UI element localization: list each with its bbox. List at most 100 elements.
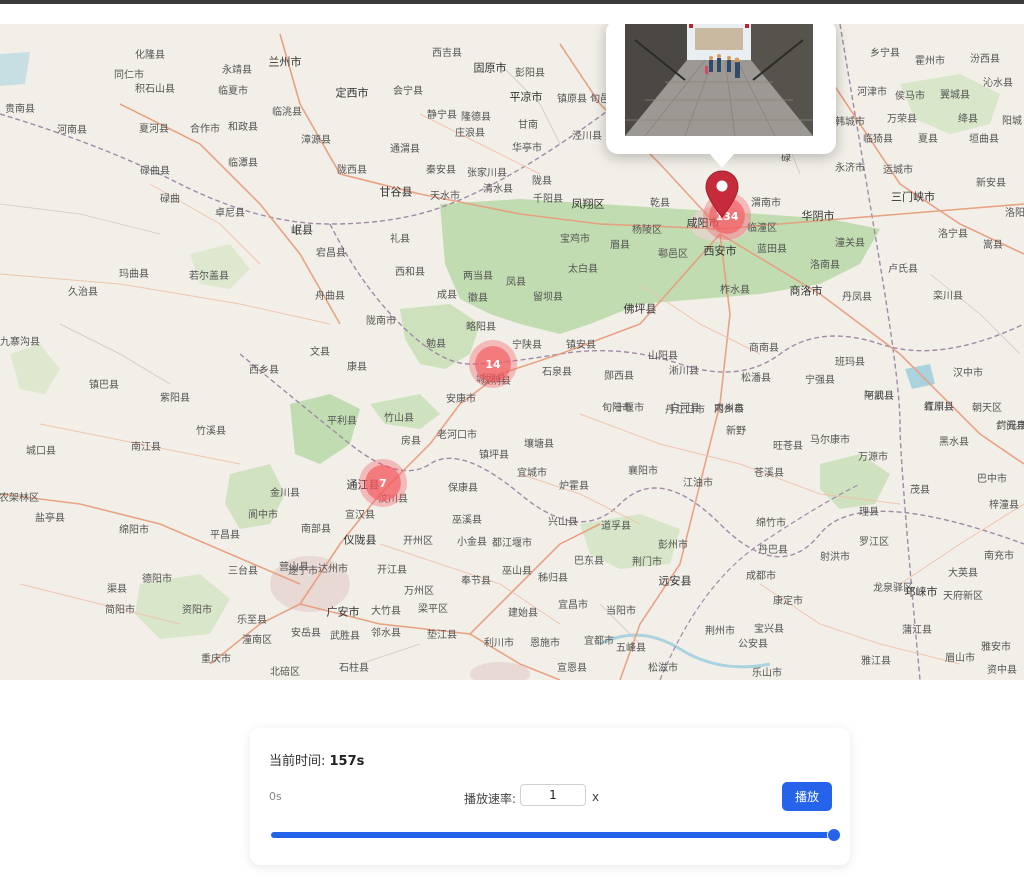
- playback-rate-input[interactable]: [520, 784, 586, 806]
- place-label: 简阳市: [105, 605, 135, 616]
- place-label: 宣恩县: [557, 663, 587, 674]
- place-label: 班玛县: [835, 357, 865, 368]
- place-label: 洛宁县: [938, 229, 968, 240]
- place-label: 安康市: [446, 394, 476, 405]
- current-time-label: 当前时间:: [269, 754, 330, 769]
- place-label: 德阳市: [142, 574, 172, 585]
- place-label: 平昌县: [210, 530, 240, 541]
- place-label: 平利县: [327, 416, 357, 427]
- place-label: 陇县: [532, 176, 552, 187]
- place-label: 宁强县: [805, 375, 835, 386]
- place-label: 邛崃市: [904, 585, 938, 599]
- place-label: 彭阳县: [515, 68, 545, 79]
- place-label: 万州区: [404, 586, 434, 597]
- place-label: 宜城市: [517, 468, 547, 479]
- place-label: 安岳县: [291, 628, 321, 639]
- place-label: 垣曲县: [969, 134, 999, 145]
- place-label: 南充市: [984, 551, 1014, 562]
- place-label: 金川县: [270, 488, 300, 499]
- place-label: 鄠邑区: [658, 249, 688, 260]
- place-label: 阆中市: [248, 510, 278, 521]
- place-label: 渠县: [107, 584, 127, 595]
- place-label: 道孚县: [601, 521, 631, 532]
- place-label: 汉中市: [953, 368, 983, 379]
- place-label: 宕昌县: [316, 248, 346, 259]
- place-label: 九寨沟县: [0, 337, 40, 348]
- map-pin-icon[interactable]: [705, 170, 739, 218]
- place-label: 巫溪县: [452, 515, 482, 526]
- place-label: 西吉县: [432, 48, 462, 59]
- place-label: 南部县: [301, 524, 331, 535]
- place-label: 若尔盖县: [189, 271, 229, 282]
- place-label: 凤县: [506, 277, 526, 288]
- play-button[interactable]: 播放: [782, 782, 832, 811]
- place-label: 万源市: [858, 452, 888, 463]
- place-label: 会宁县: [393, 86, 423, 97]
- place-label: 沁水县: [983, 78, 1013, 89]
- place-label: 荆门市: [632, 557, 662, 568]
- place-label: 十堰市: [614, 403, 644, 414]
- place-label: 临夏市: [218, 86, 248, 97]
- place-label: 梁平区: [418, 604, 448, 615]
- place-label: 陇西县: [337, 165, 367, 176]
- place-label: 栾川县: [933, 291, 963, 302]
- place-label: 甘谷县: [379, 185, 413, 199]
- place-label: 大竹县: [371, 606, 401, 617]
- place-label: 新安县: [976, 178, 1006, 189]
- place-label: 张家川县: [467, 168, 507, 179]
- place-label: 资中县: [987, 665, 1017, 676]
- cluster-marker-zitong[interactable]: 7: [365, 465, 401, 501]
- place-label: 汾西县: [970, 54, 1000, 65]
- place-label: 彭州市: [658, 540, 688, 551]
- place-label: 嵩县: [983, 240, 1003, 251]
- place-label: 碌曲县: [140, 166, 170, 177]
- popup-photo: [625, 24, 813, 136]
- place-label: 勉县: [426, 339, 446, 350]
- place-label: 房县: [401, 436, 421, 447]
- place-label: 达州市: [318, 564, 348, 575]
- place-label: 平凉市: [509, 90, 543, 104]
- photo-popup[interactable]: [606, 24, 836, 154]
- place-label: 巴中市: [977, 474, 1007, 485]
- slider-thumb[interactable]: [827, 828, 841, 842]
- place-label: 成都市: [746, 571, 776, 582]
- place-label: 乡宁县: [870, 48, 900, 59]
- place-label: 竹溪县: [196, 426, 226, 437]
- place-label: 石泉县: [542, 367, 572, 378]
- place-label: 合作市: [190, 124, 220, 135]
- timeline-slider[interactable]: [271, 828, 841, 842]
- popup-tip: [710, 154, 734, 168]
- place-label: 永济市: [835, 163, 865, 174]
- place-label: 兴山县: [548, 517, 578, 528]
- place-label: 朝天区: [972, 403, 1002, 414]
- place-label: 漳源县: [301, 135, 331, 146]
- place-label: 重庆市: [201, 654, 231, 665]
- place-label: 城口县: [26, 446, 56, 457]
- place-label: 杨陵区: [632, 225, 662, 236]
- place-label: 镇坪县: [479, 450, 509, 461]
- place-label: 梓潼县: [989, 500, 1019, 511]
- place-label: 老河口市: [437, 430, 477, 441]
- place-label: 恩施市: [530, 638, 560, 649]
- map-view[interactable]: 化隆县 兰州市 西吉县 固原市 彭阳县 同仁市 永靖县 乡宁县 霍州市 汾西县 贵南县 积石山县 临夏市…: [0, 24, 1024, 680]
- place-label: 固原市: [473, 61, 507, 75]
- place-label: 霍州市: [915, 56, 945, 67]
- playback-panel: 当前时间: 157s 0s 播放速率: x 播放: [250, 728, 850, 865]
- cluster-marker-ningqiang[interactable]: 14: [475, 346, 511, 382]
- place-label: 留坝县: [533, 292, 563, 303]
- current-time-value: 157s: [329, 754, 365, 769]
- place-label: 武胜县: [330, 631, 360, 642]
- place-label: 乾县: [650, 198, 670, 209]
- place-label: 马尔康市: [810, 435, 850, 446]
- place-label: 郧西县: [604, 371, 634, 382]
- place-label: 庄浪县: [455, 128, 485, 139]
- place-label: 临猗县: [863, 134, 893, 145]
- place-label: 西安市: [703, 244, 737, 258]
- playback-rate-label: 播放速率:: [464, 792, 517, 806]
- place-label: 炉霍县: [559, 481, 589, 492]
- place-label: 茂县: [910, 485, 930, 496]
- place-label: 徽县: [468, 293, 488, 304]
- place-label: 两当县: [463, 271, 493, 282]
- place-label: 松滋市: [648, 663, 678, 674]
- place-label: 潼关县: [835, 238, 865, 249]
